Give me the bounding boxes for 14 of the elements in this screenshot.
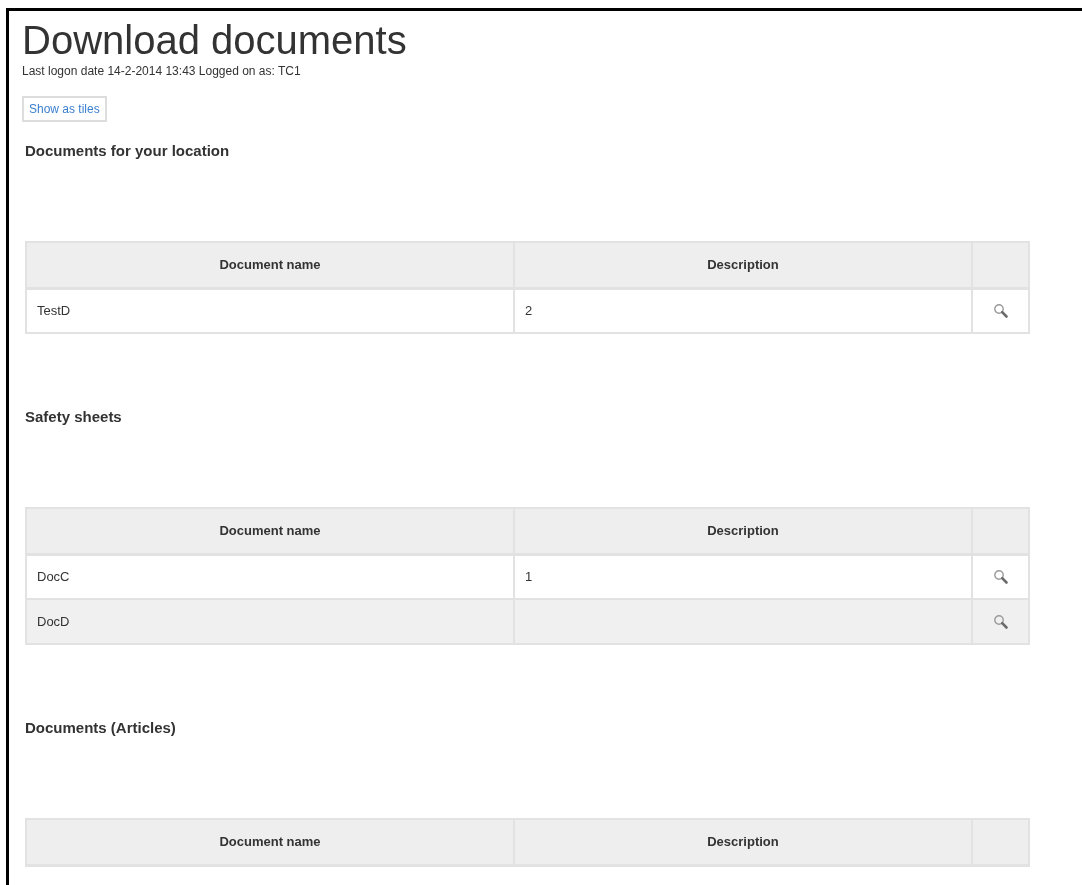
column-header: Description (514, 819, 972, 865)
table-cell: 2 (514, 288, 972, 333)
section-heading: Documents for your location (25, 141, 231, 161)
column-header: Document name (26, 819, 514, 865)
page-title: Download documents (22, 17, 408, 63)
search-icon[interactable] (992, 613, 1009, 630)
search-icon[interactable] (992, 568, 1009, 585)
table-cell: TestD (26, 288, 514, 333)
section-heading: Documents (Articles) (25, 718, 177, 738)
search-icon[interactable] (992, 302, 1009, 319)
section-heading: Safety sheets (25, 407, 123, 427)
logon-info: Last logon date 14-2-2014 13:43 Logged on as: TC1 (22, 63, 302, 79)
show-as-tiles-button[interactable]: Show as tiles (22, 96, 107, 122)
table-cell: DocD (26, 599, 514, 644)
